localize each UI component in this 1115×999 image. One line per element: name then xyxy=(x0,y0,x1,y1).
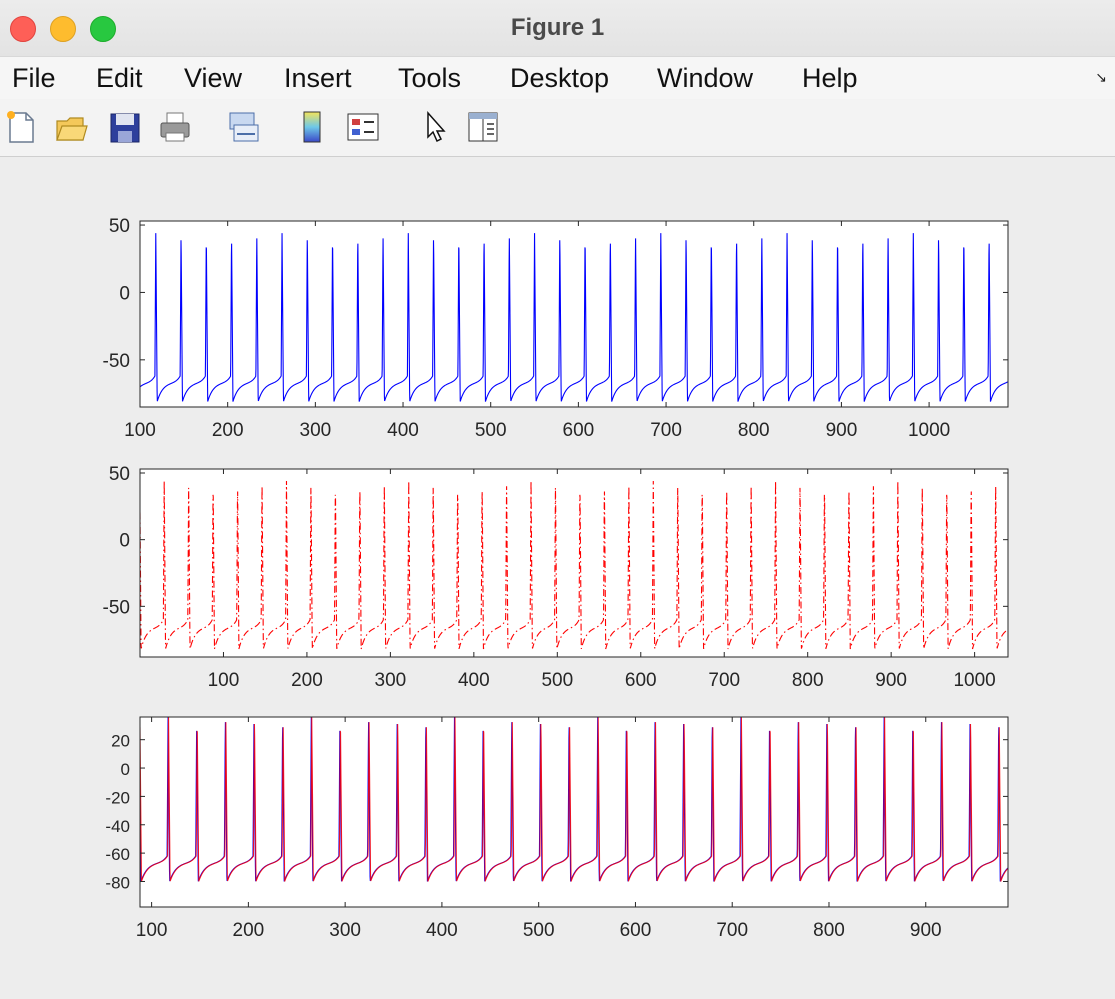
x-tick-label: 100 xyxy=(208,670,240,691)
y-tick-label: 0 xyxy=(121,760,130,779)
menu-insert[interactable]: Insert xyxy=(284,63,352,94)
x-tick-label: 600 xyxy=(620,920,652,941)
axes-background[interactable] xyxy=(140,717,1008,907)
menu-edit[interactable]: Edit xyxy=(96,63,143,94)
menu-desktop[interactable]: Desktop xyxy=(510,63,609,94)
x-tick-label: 300 xyxy=(300,420,332,441)
x-tick-label: 200 xyxy=(291,670,323,691)
y-tick-label: 0 xyxy=(119,531,130,552)
x-tick-label: 900 xyxy=(910,920,942,941)
window-title: Figure 1 xyxy=(510,14,605,41)
axes-background[interactable] xyxy=(140,469,1008,657)
x-tick-label: 500 xyxy=(475,420,507,441)
x-tick-label: 800 xyxy=(792,670,824,691)
y-tick-label: -80 xyxy=(105,873,130,892)
x-tick-label: 700 xyxy=(716,920,748,941)
y-tick-label: 0 xyxy=(119,283,130,304)
y-tick-label: 50 xyxy=(109,216,130,237)
menu-tools[interactable]: Tools xyxy=(398,63,461,94)
colorbar-icon[interactable] xyxy=(296,109,330,145)
plots-svg: 100 200 300 400 500 600 700 800 900 1000500-50100… xyxy=(103,216,1009,941)
y-tick-label: 50 xyxy=(109,464,130,485)
x-tick-label: 800 xyxy=(738,420,770,441)
x-tick-label: 200 xyxy=(212,420,244,441)
x-tick-label: 900 xyxy=(875,670,907,691)
x-tick-label: 1000 xyxy=(908,420,950,441)
x-tick-label: 400 xyxy=(458,670,490,691)
x-tick-label: 300 xyxy=(329,920,361,941)
x-tick-label: 500 xyxy=(541,670,573,691)
menu-view[interactable]: View xyxy=(184,63,242,94)
x-tick-label: 800 xyxy=(813,920,845,941)
x-tick-label: 900 xyxy=(826,420,858,441)
axes-1: 100 200 300 400 500 600 700 800 900 1000500-50 xyxy=(103,216,1009,441)
x-tick-label: 100 xyxy=(124,420,156,441)
axes-2: 100 200 300 400 500 600 700 800 900 1000500-50 xyxy=(103,464,1009,691)
edit-plot-cursor-icon[interactable] xyxy=(418,109,452,145)
x-tick-label: 200 xyxy=(233,920,265,941)
property-inspector-icon[interactable] xyxy=(466,109,500,145)
x-tick-label: 700 xyxy=(708,670,740,691)
y-tick-label: -20 xyxy=(105,788,130,807)
y-tick-label: -60 xyxy=(105,845,130,864)
menu-file[interactable]: File xyxy=(12,63,56,94)
menu-window[interactable]: Window xyxy=(657,63,753,94)
menu-bar: File Edit View Insert Tools Desktop Wind… xyxy=(0,56,1115,100)
x-tick-label: 100 xyxy=(136,920,168,941)
link-plot-icon[interactable] xyxy=(226,109,260,145)
x-tick-label: 1000 xyxy=(953,670,995,691)
y-tick-label: -40 xyxy=(105,817,130,836)
figure-toolbar xyxy=(0,99,1115,157)
axes-background[interactable] xyxy=(140,221,1008,407)
menu-help[interactable]: Help xyxy=(802,63,858,94)
x-tick-label: 400 xyxy=(387,420,419,441)
x-tick-label: 300 xyxy=(375,670,407,691)
y-tick-label: 20 xyxy=(111,732,130,751)
open-file-icon[interactable] xyxy=(54,109,88,145)
figure-canvas: 100 200 300 400 500 600 700 800 900 1000 50 0 -50 100… xyxy=(0,157,1115,994)
print-icon[interactable] xyxy=(158,109,192,145)
legend-icon[interactable] xyxy=(346,109,380,145)
x-tick-label: 600 xyxy=(563,420,595,441)
new-figure-icon[interactable] xyxy=(4,109,38,145)
y-tick-label: -50 xyxy=(103,597,130,618)
save-icon[interactable] xyxy=(108,109,142,145)
x-tick-label: 500 xyxy=(523,920,555,941)
dock-figure-icon[interactable]: ↘ xyxy=(1095,69,1107,86)
x-tick-label: 600 xyxy=(625,670,657,691)
x-tick-label: 700 xyxy=(650,420,682,441)
y-tick-label: -50 xyxy=(103,351,130,372)
axes-3: 100 200 300 400 500 600 700 800 900200-20-40-60-… xyxy=(105,716,1009,941)
title-bar: Figure 1 xyxy=(0,0,1115,56)
x-tick-label: 400 xyxy=(426,920,458,941)
